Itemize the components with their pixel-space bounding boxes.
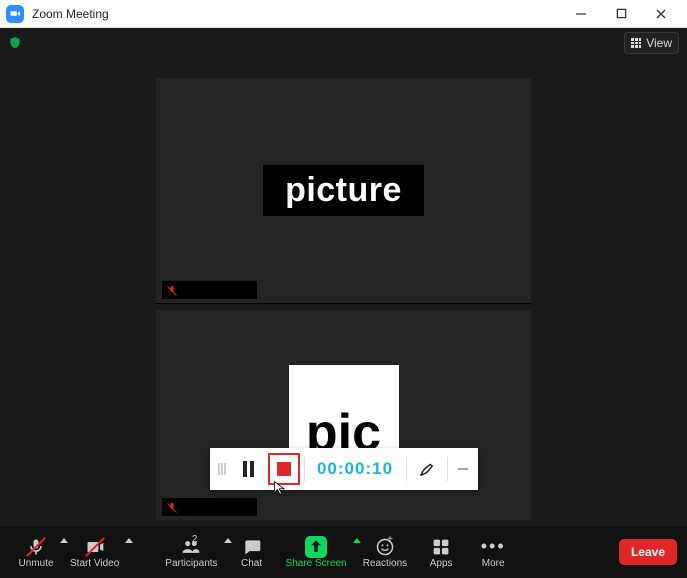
pause-icon [243,461,254,477]
control-label: Reactions [363,558,407,569]
participant-name-tag [162,498,257,516]
pause-recording-button[interactable] [234,448,264,490]
window-titlebar: Zoom Meeting [0,0,687,28]
share-screen-button[interactable]: Share Screen [278,532,355,573]
window-close-button[interactable] [641,0,681,28]
cursor-icon [272,480,288,496]
mic-muted-icon [166,284,178,296]
control-label: Unmute [18,558,53,569]
participants-icon: 2 [181,536,201,558]
encryption-shield-icon[interactable] [8,36,22,50]
window-title: Zoom Meeting [32,7,561,21]
toolbar-drag-handle[interactable] [210,448,234,490]
start-video-button[interactable]: Start Video [62,532,127,573]
control-label: Chat [241,558,262,569]
window-maximize-button[interactable] [601,0,641,28]
video-stage: picture pic [0,58,687,526]
control-label: Start Video [70,558,119,569]
participant-tile-top[interactable]: picture [156,78,531,303]
control-label: Share Screen [286,558,347,569]
meeting-controls: Unmute Start Video 2 Participants Chat [0,526,687,578]
plus-icon: + [387,534,393,545]
chat-button[interactable]: Chat [226,532,278,573]
annotate-button[interactable] [407,448,447,490]
reactions-icon: + [375,536,395,558]
stop-recording-button[interactable] [264,448,304,490]
window-minimize-button[interactable] [561,0,601,28]
pen-icon [418,460,436,478]
chevron-up-icon[interactable] [125,538,133,543]
tile-divider [156,303,531,304]
view-button[interactable]: View [624,32,679,54]
chat-icon [242,536,262,558]
participants-button[interactable]: 2 Participants [157,532,225,573]
reactions-button[interactable]: + Reactions [355,532,415,573]
share-screen-icon [305,536,327,558]
mic-muted-icon [166,501,178,513]
more-button[interactable]: ••• More [467,532,519,573]
video-icon [85,536,105,558]
participants-count: 2 [192,534,198,545]
meeting-topbar: View [0,28,687,58]
grid-icon [631,38,641,48]
control-label: Apps [430,558,453,569]
tile-picture-label: picture [263,165,424,216]
more-icon: ••• [481,536,506,558]
unmute-button[interactable]: Unmute [10,532,62,573]
stop-icon [277,462,291,476]
participant-name-tag [162,281,257,299]
zoom-app-icon [6,5,24,23]
view-label: View [646,36,672,50]
toolbar-more-button[interactable] [448,448,478,490]
leave-button[interactable]: Leave [619,539,677,565]
meeting-window: View picture pic [0,28,687,578]
control-label: Participants [165,558,217,569]
apps-button[interactable]: Apps [415,532,467,573]
control-label: More [482,558,505,569]
microphone-icon [26,536,46,558]
recording-toolbar[interactable]: 00:00:10 [210,448,478,490]
recording-timer: 00:00:10 [305,448,406,490]
apps-icon [431,536,451,558]
